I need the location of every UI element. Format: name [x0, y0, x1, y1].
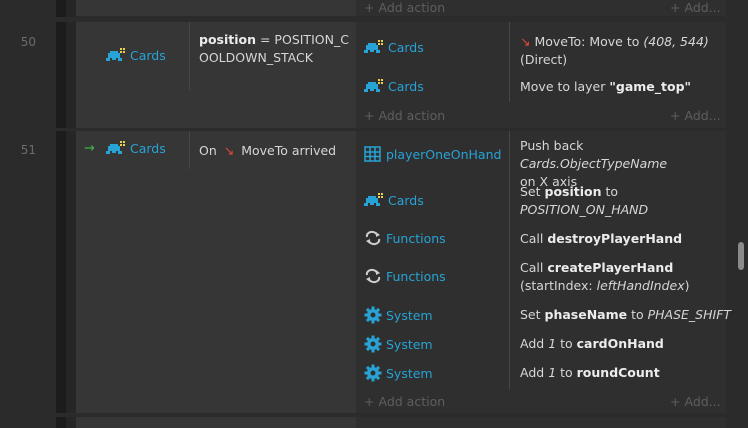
- action-object-array[interactable]: playerOneOnHand: [364, 146, 501, 162]
- action-text[interactable]: Set position to POSITION_ON_HAND: [520, 183, 724, 219]
- event-sheet-indent-bar: [56, 0, 66, 428]
- action-text[interactable]: ↘ MoveTo: Move to (408, 544) (Direct): [520, 33, 724, 69]
- action-object-system[interactable]: System: [364, 364, 433, 382]
- action-text[interactable]: Call destroyPlayerHand: [520, 230, 682, 248]
- event-51-conditions[interactable]: [76, 131, 356, 413]
- event-sheet-indent-bar-2: [66, 0, 76, 428]
- action-object-functions[interactable]: Functions: [364, 230, 446, 246]
- action-text[interactable]: Call createPlayerHand (startIndex: leftHa…: [520, 259, 724, 295]
- action-text[interactable]: Add 1 to roundCount: [520, 364, 660, 382]
- moveto-icon: ↘: [223, 143, 235, 158]
- action-object-cards[interactable]: Cards: [364, 192, 424, 208]
- function-icon: [365, 268, 381, 284]
- trigger-arrow-icon: →: [84, 141, 95, 156]
- scrollbar-track[interactable]: [734, 0, 748, 428]
- add-ellipsis-button[interactable]: + Add...: [670, 394, 721, 409]
- condition-object-cards[interactable]: Cards: [106, 140, 166, 156]
- action-object-system[interactable]: System: [364, 335, 433, 353]
- condition-divider: [189, 22, 190, 90]
- action-object-cards[interactable]: Cards: [364, 39, 424, 55]
- action-text[interactable]: Move to layer "game_top": [520, 78, 691, 96]
- next-event-block: [76, 417, 356, 428]
- sprite-icon: [106, 141, 125, 154]
- condition-text[interactable]: position = POSITION_COOLDOWN_STACK: [199, 31, 351, 67]
- action-text[interactable]: Set phaseName to PHASE_SHIFT: [520, 306, 731, 324]
- condition-divider: [189, 131, 190, 169]
- add-action-button[interactable]: + Add action: [364, 108, 445, 123]
- action-divider: [509, 131, 510, 389]
- condition-text[interactable]: On ↘ MoveTo arrived: [199, 142, 336, 160]
- array-icon: [364, 146, 381, 162]
- sprite-icon: [106, 48, 125, 61]
- sprite-icon: [364, 79, 383, 92]
- gear-icon: [364, 335, 382, 353]
- action-object-system[interactable]: System: [364, 306, 433, 324]
- prev-event-block: [76, 0, 356, 16]
- gear-icon: [364, 306, 382, 324]
- action-divider: [509, 22, 510, 102]
- moveto-icon: ↘: [520, 34, 531, 49]
- add-ellipsis-button[interactable]: + Add...: [670, 0, 721, 15]
- line-number: 51: [20, 143, 36, 157]
- add-ellipsis-button[interactable]: + Add...: [670, 108, 721, 123]
- gear-icon: [364, 364, 382, 382]
- line-number: 50: [20, 35, 36, 49]
- function-icon: [365, 230, 381, 246]
- sprite-icon: [364, 193, 383, 206]
- next-event-actions: [356, 417, 726, 428]
- action-object-cards[interactable]: Cards: [364, 78, 424, 94]
- sprite-icon: [364, 40, 383, 53]
- add-action-button[interactable]: + Add action: [364, 0, 445, 15]
- action-text[interactable]: Add 1 to cardOnHand: [520, 335, 664, 353]
- scrollbar-thumb[interactable]: [738, 242, 744, 270]
- add-action-button[interactable]: + Add action: [364, 394, 445, 409]
- line-gutter: [0, 0, 56, 428]
- action-object-functions[interactable]: Functions: [364, 268, 446, 284]
- condition-object-cards[interactable]: Cards: [106, 47, 166, 63]
